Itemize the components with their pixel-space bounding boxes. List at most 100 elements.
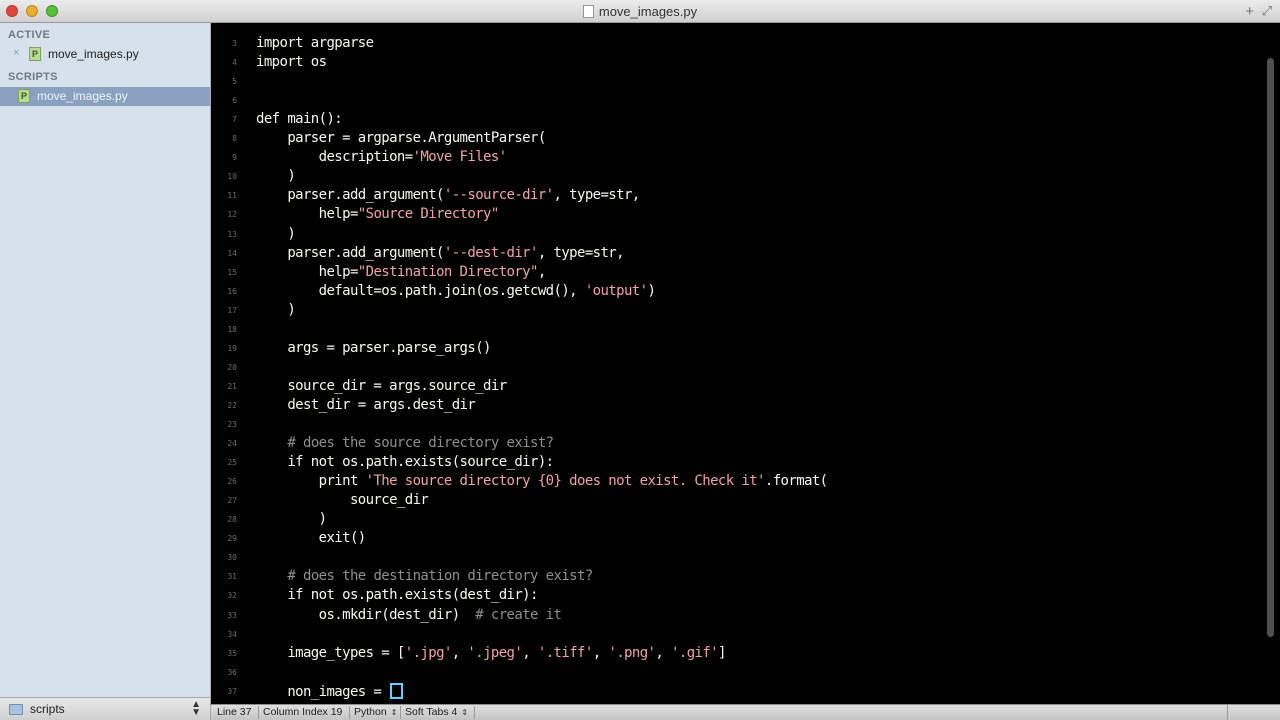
line-number: 28: [227, 515, 237, 525]
settings-dropdown[interactable]: [1227, 705, 1260, 720]
document-icon: [582, 5, 594, 18]
code-line[interactable]: print 'The source directory {0} does not…: [256, 473, 828, 489]
scripts-heading: SCRIPTS: [8, 71, 58, 83]
code-line[interactable]: description='Move Files': [256, 149, 508, 166]
code-line[interactable]: def main():: [256, 111, 343, 127]
folder-bar[interactable]: scripts ▲ ▼: [0, 697, 211, 720]
code-token: parser = argparse.ArgumentParser(: [256, 130, 546, 147]
line-number: 16: [227, 286, 237, 296]
sidebar-item-label: move_images.py: [48, 47, 139, 61]
sidebar-item-tree-file[interactable]: P move_images.py: [0, 87, 210, 106]
code-token: dest_dir = args.dest_dir: [256, 396, 476, 413]
chevron-up-down-icon: ⇕: [390, 708, 398, 717]
code-editor[interactable]: 3 4 5 6 7 8 9 10 11 12 13 14 15 16 17 18 19 20 21 22 23 24 25 2…: [211, 23, 1280, 704]
code-token: source_dir = args.source_dir: [256, 377, 507, 394]
code-line[interactable]: source_dir = args.source_dir: [256, 378, 507, 394]
line-number: 4: [232, 58, 237, 68]
active-heading: ACTIVE: [8, 29, 51, 41]
line-number: 19: [227, 343, 237, 353]
code-line[interactable]: # does the destination directory exist?: [256, 568, 593, 584]
code-line[interactable]: exit(): [256, 530, 367, 547]
code-token: parser.add_argument(: [256, 244, 444, 261]
comment-token: # create it: [475, 606, 562, 623]
string-token: '.png': [608, 644, 656, 661]
window-title: move_images.py: [598, 4, 698, 19]
code-token: default=os.path.join(os.getcwd(),: [256, 282, 585, 299]
code-token: if not os.path.exists(source_dir):: [256, 454, 554, 471]
code-line[interactable]: parser.add_argument('--source-dir', type…: [256, 187, 640, 203]
status-divider: [474, 706, 475, 719]
code-token: ,: [451, 644, 468, 661]
string-token: '.jpg': [404, 644, 453, 661]
code-token: ): [256, 301, 296, 318]
code-line[interactable]: if not os.path.exists(dest_dir):: [256, 587, 538, 603]
line-number: 33: [227, 610, 237, 620]
code-line[interactable]: ): [256, 226, 295, 242]
column-indicator: Column Index 19: [263, 706, 343, 718]
title-bar: move_images.py + ⤢: [0, 0, 1280, 23]
code-line[interactable]: help="Destination Directory",: [256, 263, 547, 280]
code-token: import os: [256, 54, 327, 71]
line-number: 8: [232, 134, 237, 144]
status-bar: Line 37 Column Index 19 Python ⇕ Soft Tab…: [211, 704, 1280, 720]
vertical-scrollbar[interactable]: [1267, 58, 1274, 637]
code-line[interactable]: non_images =: [256, 682, 404, 700]
chevron-up-down-icon[interactable]: ▲ ▼: [191, 700, 201, 718]
line-number: 9: [232, 153, 237, 163]
plus-icon[interactable]: +: [1245, 3, 1254, 20]
line-number: 13: [227, 229, 237, 239]
code-line[interactable]: source_dir: [256, 492, 429, 509]
code-line[interactable]: import argparse: [256, 35, 374, 51]
code-line[interactable]: parser.add_argument('--dest-dir', type=s…: [256, 245, 624, 261]
code-token: help=: [256, 263, 359, 280]
line-number: 21: [227, 381, 237, 391]
status-divider: [349, 706, 350, 719]
string-token: "Destination Directory": [357, 263, 539, 280]
code-token: if not os.path.exists(dest_dir):: [256, 587, 538, 604]
status-divider: [258, 706, 259, 719]
sidebar-item-label: move_images.py: [37, 89, 128, 103]
code-line[interactable]: dest_dir = args.dest_dir: [256, 396, 476, 413]
sidebar-item-open-file[interactable]: × P move_images.py: [0, 45, 210, 64]
code-line[interactable]: ): [256, 511, 327, 527]
sidebar: ACTIVE × P move_images.py SCRIPTS P move…: [0, 23, 211, 697]
string-token: '.tiff': [537, 644, 593, 661]
code-line[interactable]: image_types = ['.jpg', '.jpeg', '.tiff',…: [256, 645, 726, 661]
code-token: os.mkdir(dest_dir): [256, 606, 476, 623]
code-token: , type=str,: [537, 244, 625, 261]
code-line[interactable]: if not os.path.exists(source_dir):: [256, 454, 554, 470]
syntax-selector[interactable]: Python ⇕: [354, 706, 397, 718]
line-number: 11: [227, 191, 237, 201]
line-number: 34: [227, 629, 237, 639]
code-line[interactable]: parser = argparse.ArgumentParser(: [256, 130, 546, 146]
code-token: ,: [655, 644, 672, 661]
code-line[interactable]: ): [256, 302, 295, 318]
tab-size-selector[interactable]: Soft Tabs 4 ⇕: [405, 706, 468, 718]
code-token: parser.add_argument(: [256, 187, 444, 204]
code-line[interactable]: default=os.path.join(os.getcwd(), 'outpu…: [256, 282, 656, 299]
tab-size-label: Soft Tabs 4: [405, 706, 458, 718]
folder-icon: [9, 704, 23, 715]
fullscreen-icon[interactable]: ⤢: [1262, 3, 1272, 19]
close-icon[interactable]: ×: [13, 47, 19, 59]
code-line[interactable]: help="Source Directory": [256, 206, 500, 222]
line-number: 32: [227, 591, 237, 601]
code-line[interactable]: import os: [256, 54, 327, 71]
code-token: , type=str,: [553, 187, 641, 204]
line-indicator: Line 37: [217, 706, 252, 718]
code-line[interactable]: args = parser.parse_args(): [256, 340, 491, 356]
code-token: ,: [537, 263, 546, 280]
code-token: ,: [592, 644, 609, 661]
code-line[interactable]: ): [256, 168, 295, 184]
code-token: exit(): [256, 530, 367, 547]
line-number: 24: [227, 439, 237, 449]
code-line[interactable]: os.mkdir(dest_dir) # create it: [256, 606, 562, 623]
code-line[interactable]: # does the source directory exist?: [256, 435, 554, 451]
line-number: 35: [227, 648, 237, 658]
string-token: 'Move Files': [412, 149, 508, 166]
code-token: ): [256, 225, 296, 242]
line-number: 18: [227, 324, 237, 334]
code-token: source_dir: [256, 492, 429, 509]
